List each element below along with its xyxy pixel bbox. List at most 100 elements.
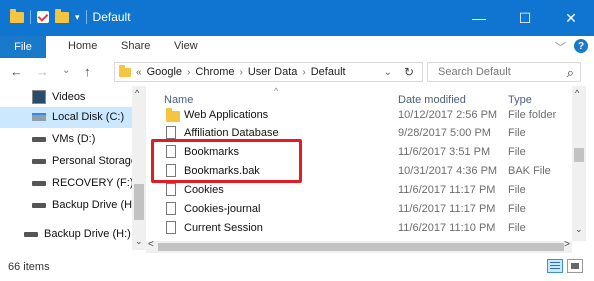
folder-icon xyxy=(119,64,131,77)
up-button[interactable]: ↑ xyxy=(84,64,91,79)
close-button[interactable]: ✕ xyxy=(548,0,594,36)
scrollbar-thumb[interactable] xyxy=(574,148,584,162)
forward-button[interactable]: → xyxy=(36,64,49,79)
chevron-right-icon[interactable]: › xyxy=(240,67,243,78)
status-bar: 66 items xyxy=(0,253,594,281)
file-list-horizontal-scrollbar[interactable]: < > xyxy=(146,239,572,253)
nav-item-recovery[interactable]: RECOVERY (F:) xyxy=(32,177,134,189)
details-view-icon[interactable] xyxy=(547,259,563,273)
nav-item-label: VMs (D:) xyxy=(52,133,96,145)
nav-pane-scrollbar[interactable]: ^ ⌄ xyxy=(132,86,146,250)
file-name: Cookies-journal xyxy=(184,203,261,215)
scrollbar-thumb[interactable] xyxy=(134,184,144,220)
nav-item-videos[interactable]: Videos xyxy=(32,90,85,104)
table-row[interactable]: Cookies 11/6/2017 11:17 PM File xyxy=(146,181,572,200)
tab-share[interactable]: Share xyxy=(121,40,150,52)
file-date: 11/6/2017 11:10 PM xyxy=(398,222,496,234)
column-header-name[interactable]: Name xyxy=(164,94,193,106)
table-row[interactable]: Bookmarks.bak 10/31/2017 4:36 PM BAK Fil… xyxy=(146,162,572,181)
folder-icon xyxy=(10,8,24,23)
address-bar[interactable]: « Google › Chrome › User Data › Default … xyxy=(114,62,423,82)
nav-item-backup-drive[interactable]: Backup Drive (H xyxy=(32,199,132,211)
table-row[interactable]: Bookmarks 11/6/2017 3:51 PM File xyxy=(146,143,572,162)
recent-locations-button[interactable]: ⌄ xyxy=(62,65,70,76)
chevron-right-icon[interactable]: › xyxy=(302,67,305,78)
nav-item-backup-drive-h[interactable]: Backup Drive (H:) xyxy=(24,228,131,240)
local-disk-icon xyxy=(32,113,46,121)
search-icon[interactable]: ⌕ xyxy=(567,65,574,81)
table-row[interactable]: Cookies-journal 11/6/2017 11:17 PM File xyxy=(146,200,572,219)
new-folder-icon[interactable] xyxy=(55,8,69,23)
nav-item-label: Local Disk (C:) xyxy=(52,111,125,123)
chevron-right-icon[interactable]: › xyxy=(187,67,190,78)
breadcrumb-google[interactable]: Google xyxy=(147,66,182,78)
file-list-vertical-scrollbar[interactable]: ^ ⌄ xyxy=(572,86,586,241)
drive-icon xyxy=(32,158,46,164)
file-icon xyxy=(166,126,176,139)
file-type: File folder xyxy=(508,109,557,121)
scroll-left-icon[interactable]: < xyxy=(148,239,154,250)
file-type: File xyxy=(508,203,526,215)
tab-file[interactable]: File xyxy=(0,36,46,58)
properties-check-icon[interactable] xyxy=(37,11,49,23)
scroll-up-icon[interactable]: ^ xyxy=(135,88,139,98)
scroll-down-icon[interactable]: ⌄ xyxy=(135,236,143,247)
table-row[interactable]: Web Applications 10/12/2017 2:56 PM File… xyxy=(146,106,572,125)
maximize-button[interactable]: ☐ xyxy=(502,0,548,36)
table-row[interactable]: Current Session 11/6/2017 11:10 PM File xyxy=(146,219,572,238)
file-name: Current Session xyxy=(184,222,263,234)
tab-home[interactable]: Home xyxy=(68,40,97,52)
nav-item-label: Backup Drive (H xyxy=(52,199,133,211)
file-type: File xyxy=(508,127,526,139)
file-name: Cookies xyxy=(184,184,224,196)
file-name: Bookmarks.bak xyxy=(184,165,260,177)
file-date: 9/28/2017 5:00 PM xyxy=(398,127,491,139)
refresh-icon[interactable]: ↻ xyxy=(404,65,414,79)
ribbon: File Home Share View ﹀ ? xyxy=(0,36,594,59)
tab-view[interactable]: View xyxy=(174,40,198,52)
address-dropdown-icon[interactable]: ⌄ xyxy=(384,67,392,78)
file-date: 11/6/2017 11:17 PM xyxy=(398,203,496,215)
nav-item-vms[interactable]: VMs (D:) xyxy=(32,133,95,145)
minimize-button[interactable]: — xyxy=(456,0,502,36)
videos-icon xyxy=(32,90,46,104)
file-name: Affiliation Database xyxy=(184,127,279,139)
breadcrumb-user-data[interactable]: User Data xyxy=(248,66,298,78)
back-button[interactable]: ← xyxy=(10,64,23,79)
search-input[interactable]: Search Default ⌕ xyxy=(427,62,581,82)
column-header-date[interactable]: Date modified xyxy=(398,94,466,106)
file-icon xyxy=(166,145,176,158)
ribbon-collapse-icon[interactable]: ﹀ xyxy=(555,39,566,55)
scroll-right-icon[interactable]: > xyxy=(564,239,570,250)
file-icon xyxy=(166,202,176,215)
window-title: Default xyxy=(92,10,131,24)
scroll-up-icon[interactable]: ^ xyxy=(575,88,579,98)
large-icons-view-icon[interactable] xyxy=(567,259,583,273)
nav-item-label: Backup Drive (H:) xyxy=(44,228,131,240)
help-icon[interactable]: ? xyxy=(574,39,588,53)
title-bar: ▾ Default — ☐ ✕ xyxy=(0,0,594,36)
quick-access-toolbar: ▾ Default xyxy=(10,8,131,24)
drive-icon xyxy=(32,202,46,208)
divider xyxy=(85,10,87,24)
column-header-type[interactable]: Type xyxy=(508,94,532,106)
file-type: BAK File xyxy=(508,165,551,177)
file-date: 11/6/2017 11:17 PM xyxy=(398,184,496,196)
file-icon xyxy=(166,221,176,234)
breadcrumb-chrome[interactable]: Chrome xyxy=(195,66,234,78)
file-type: File xyxy=(508,146,526,158)
scroll-down-icon[interactable]: ⌄ xyxy=(575,224,583,235)
nav-item-label: RECOVERY (F:) xyxy=(52,177,134,189)
file-name: Bookmarks xyxy=(184,146,240,158)
file-date: 10/31/2017 4:36 PM xyxy=(398,165,498,177)
breadcrumb-default[interactable]: Default xyxy=(311,66,346,78)
navigation-pane: Videos Local Disk (C:) VMs (D:) Personal… xyxy=(0,86,146,250)
nav-item-label: Videos xyxy=(52,91,86,103)
nav-item-local-disk[interactable]: Local Disk (C:) xyxy=(32,111,124,123)
search-placeholder: Search Default xyxy=(438,66,511,78)
nav-item-personal-storage[interactable]: Personal Storage xyxy=(32,155,137,167)
customize-toolbar-icon[interactable]: ▾ xyxy=(75,12,80,23)
breadcrumb-overflow[interactable]: « xyxy=(136,67,142,78)
table-row[interactable]: Affiliation Database 9/28/2017 5:00 PM F… xyxy=(146,124,572,143)
scrollbar-thumb[interactable] xyxy=(158,243,564,251)
